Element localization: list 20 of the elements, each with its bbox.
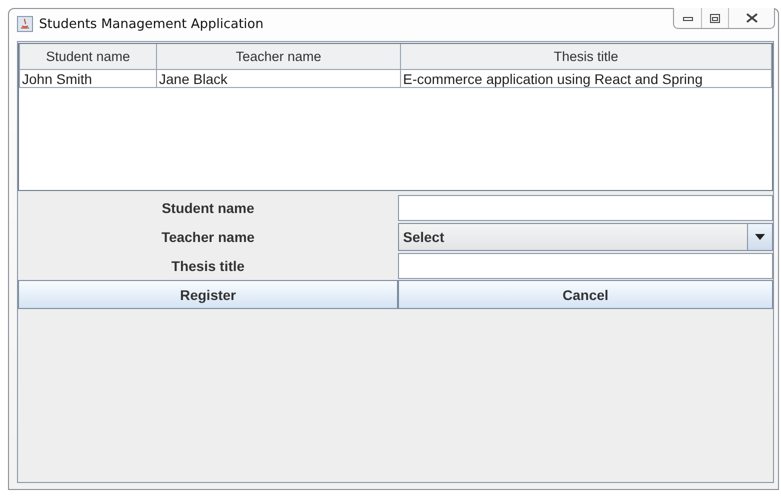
table-cell: E-commerce application using React and Spring [400,70,772,88]
column-header[interactable]: Student name [20,44,156,70]
table-cell: John Smith [20,70,156,88]
form-button[interactable]: Cancel [398,280,773,309]
field-label: Teacher name [160,228,256,246]
window-title: Students Management Application [39,16,264,32]
caret-icon [755,234,765,240]
form-button[interactable]: Register [18,280,398,309]
input-field[interactable] [398,253,773,279]
teacher-dropdown[interactable]: Select [398,223,773,251]
input-field[interactable] [398,195,773,221]
maximize-icon [710,14,720,22]
minimize-icon [682,15,692,21]
column-header[interactable]: Teacher name [156,44,400,70]
field-label: Student name [160,198,256,218]
column-header[interactable]: Thesis title [400,44,772,70]
close-icon [746,13,758,23]
app-icon [17,16,33,32]
table-cell: Jane Black [156,70,400,88]
field-label: Thesis title [170,256,246,276]
